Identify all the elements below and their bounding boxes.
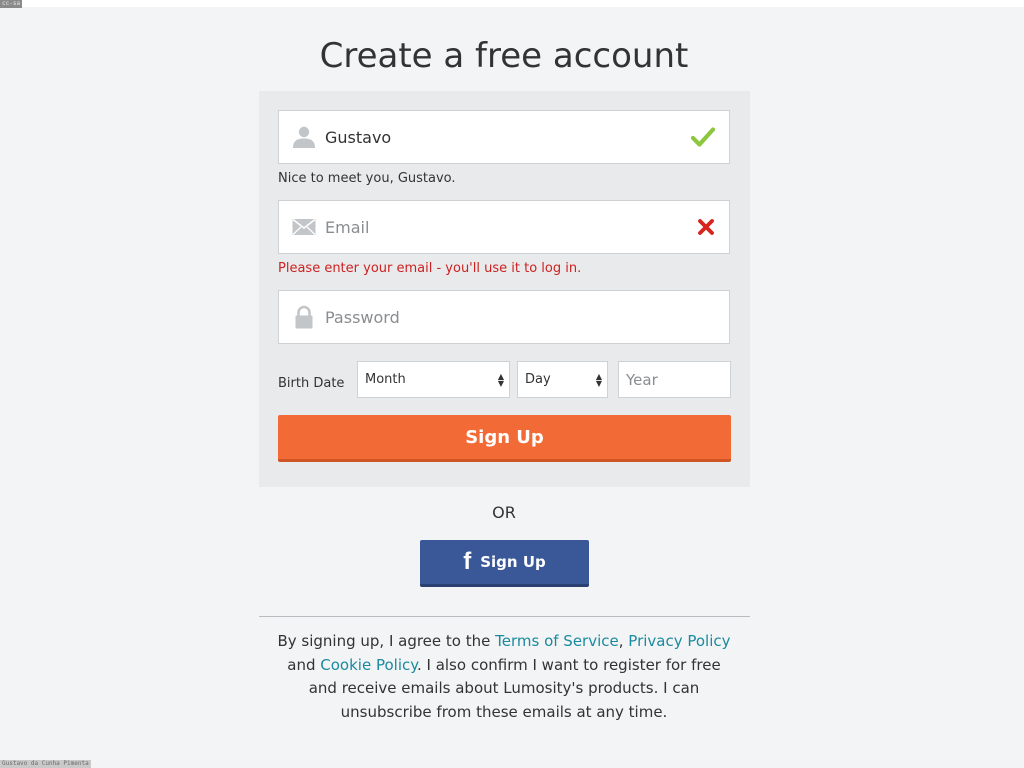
or-separator: OR — [492, 503, 516, 522]
password-field[interactable] — [278, 290, 730, 344]
name-input[interactable] — [325, 111, 675, 163]
password-input[interactable] — [325, 291, 675, 343]
divider — [259, 616, 750, 617]
birth-year-field[interactable] — [618, 361, 731, 398]
license-tag: cc-sa — [0, 0, 23, 8]
email-error-message: Please enter your email - you'll use it … — [278, 261, 582, 276]
name-field[interactable] — [278, 110, 730, 164]
email-field[interactable] — [278, 200, 730, 254]
birth-year-input[interactable] — [619, 362, 730, 397]
checkmark-icon — [691, 127, 715, 147]
birth-date-label: Birth Date — [278, 376, 345, 391]
legal-prefix: By signing up, I agree to the — [277, 632, 496, 650]
legal-disclaimer: By signing up, I agree to the Terms of S… — [276, 630, 732, 724]
birth-month-select[interactable]: Month ▲ ▼ — [357, 361, 510, 398]
cookie-policy-link[interactable]: Cookie Policy — [320, 656, 417, 674]
facebook-icon: f — [463, 548, 472, 575]
facebook-sign-up-button[interactable]: f Sign Up — [420, 540, 589, 587]
error-x-icon — [698, 219, 714, 235]
facebook-sign-up-label: Sign Up — [480, 553, 546, 571]
lock-icon — [295, 305, 313, 329]
day-select-value: Day — [525, 372, 551, 387]
month-select-value: Month — [365, 372, 406, 387]
envelope-icon — [292, 218, 316, 235]
top-strip — [0, 0, 1024, 7]
user-icon — [293, 126, 315, 148]
sign-up-button[interactable]: Sign Up — [278, 415, 731, 462]
select-arrows-icon: ▲ ▼ — [595, 371, 602, 388]
page-title: Create a free account — [319, 36, 689, 76]
legal-comma: , — [618, 632, 629, 650]
terms-of-service-link[interactable]: Terms of Service — [495, 632, 619, 650]
photo-credit: Gustavo da Cunha Pimenta — [0, 760, 91, 768]
name-greeting: Nice to meet you, Gustavo. — [278, 171, 456, 186]
select-arrows-icon: ▲ ▼ — [497, 371, 504, 388]
birth-day-select[interactable]: Day ▲ ▼ — [517, 361, 608, 398]
privacy-policy-link[interactable]: Privacy Policy — [628, 632, 730, 650]
signup-form-panel: Nice to meet you, Gustavo. Please enter … — [259, 91, 750, 487]
email-input[interactable] — [325, 201, 675, 253]
legal-and: and — [287, 655, 321, 674]
